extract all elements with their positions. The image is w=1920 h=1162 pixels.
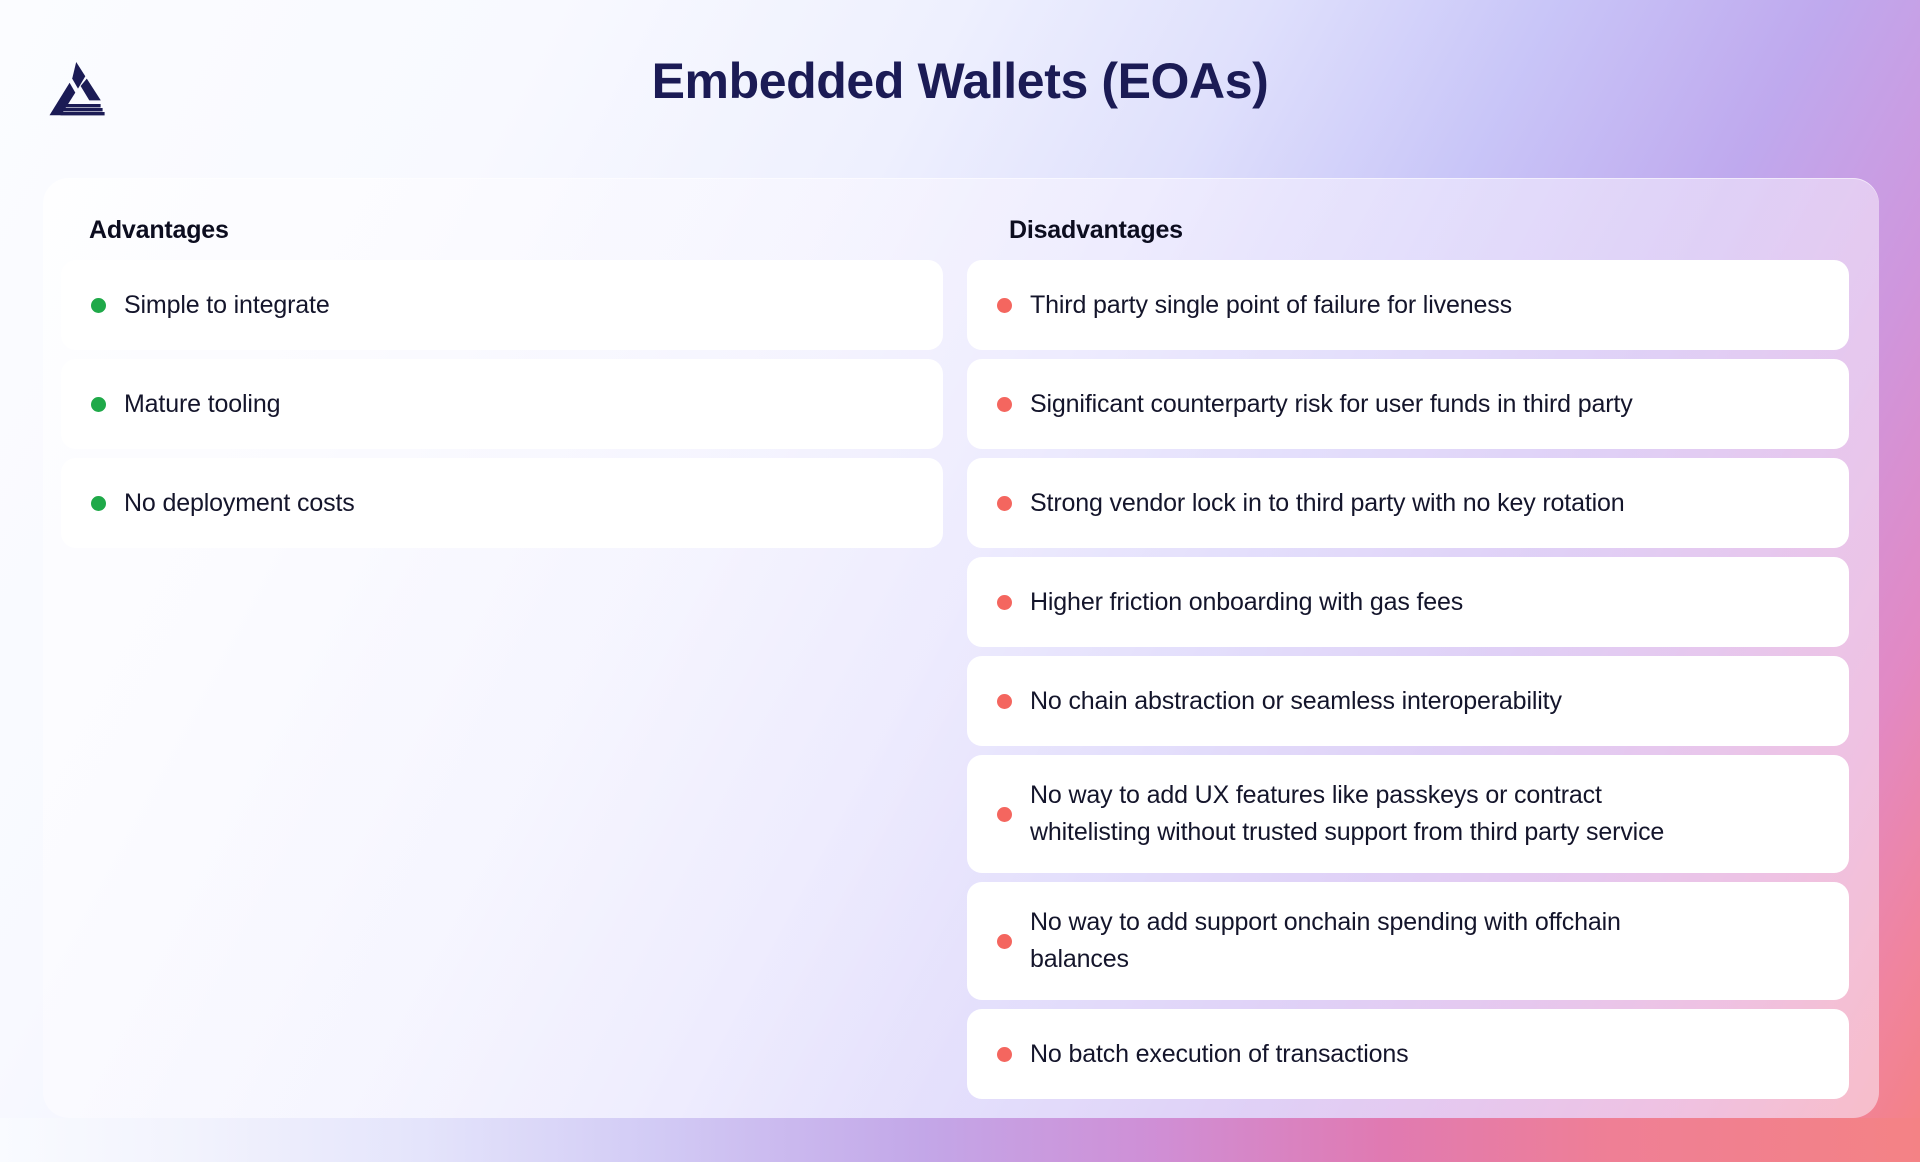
list-item-label: Third party single point of failure for … [1030, 290, 1512, 319]
list-item[interactable]: No way to add UX features like passkeys … [967, 755, 1849, 873]
slide-header: Embedded Wallets (EOAs) [0, 0, 1920, 178]
list-item[interactable]: No deployment costs [61, 458, 943, 548]
green-dot-icon [91, 297, 106, 313]
list-item-label: No chain abstraction or seamless interop… [1030, 686, 1562, 715]
disadvantages-column: Disadvantages Third party single point o… [961, 178, 1879, 1118]
slide-root: Embedded Wallets (EOAs) Advantages Simpl… [0, 0, 1920, 1162]
list-item-label: No deployment costs [124, 488, 355, 517]
list-item-label: Simple to integrate [124, 290, 330, 319]
list-item[interactable]: Higher friction onboarding with gas fees [967, 557, 1849, 647]
list-item[interactable]: No way to add support onchain spending w… [967, 882, 1849, 1000]
comparison-columns: Advantages Simple to integrate Mature to… [43, 178, 1879, 1118]
advantages-heading: Advantages [89, 216, 229, 244]
list-item-label: No way to add support onchain spending w… [1030, 904, 1621, 978]
list-item-label: No way to add UX features like passkeys … [1030, 777, 1664, 851]
list-item-label: Higher friction onboarding with gas fees [1030, 587, 1464, 616]
red-dot-icon [997, 933, 1012, 949]
green-dot-icon [91, 495, 106, 511]
list-item[interactable]: Mature tooling [61, 359, 943, 449]
list-item[interactable]: Third party single point of failure for … [967, 260, 1849, 350]
disadvantages-list: Third party single point of failure for … [967, 260, 1849, 1099]
red-dot-icon [997, 693, 1012, 709]
list-item-label: Strong vendor lock in to third party wit… [1030, 488, 1625, 517]
list-item[interactable]: Simple to integrate [61, 260, 943, 350]
list-item[interactable]: No batch execution of transactions [967, 1009, 1849, 1099]
list-item-line: No way to add UX features like passkeys … [1030, 781, 1602, 809]
red-dot-icon [997, 594, 1012, 610]
advantages-column: Advantages Simple to integrate Mature to… [43, 178, 961, 1118]
comparison-card: Advantages Simple to integrate Mature to… [43, 178, 1879, 1118]
red-dot-icon [997, 806, 1012, 822]
advantages-list: Simple to integrate Mature tooling No de… [61, 260, 943, 548]
list-item[interactable]: No chain abstraction or seamless interop… [967, 656, 1849, 746]
list-item-line: whitelisting without trusted support fro… [1030, 818, 1665, 846]
list-item-line: balances [1030, 945, 1129, 973]
red-dot-icon [997, 396, 1012, 412]
page-title: Embedded Wallets (EOAs) [651, 53, 1269, 109]
disadvantages-heading: Disadvantages [1009, 216, 1183, 244]
list-item-label: Mature tooling [124, 389, 281, 418]
list-item[interactable]: Significant counterparty risk for user f… [967, 359, 1849, 449]
list-item-label: No batch execution of transactions [1030, 1039, 1409, 1068]
red-dot-icon [997, 1046, 1012, 1062]
red-dot-icon [997, 495, 1012, 511]
bottom-gradient-strip [0, 1118, 1920, 1162]
list-item-line: No way to add support onchain spending w… [1030, 908, 1621, 936]
red-dot-icon [997, 297, 1012, 313]
list-item-label: Significant counterparty risk for user f… [1030, 389, 1633, 418]
green-dot-icon [91, 396, 106, 412]
list-item[interactable]: Strong vendor lock in to third party wit… [967, 458, 1849, 548]
